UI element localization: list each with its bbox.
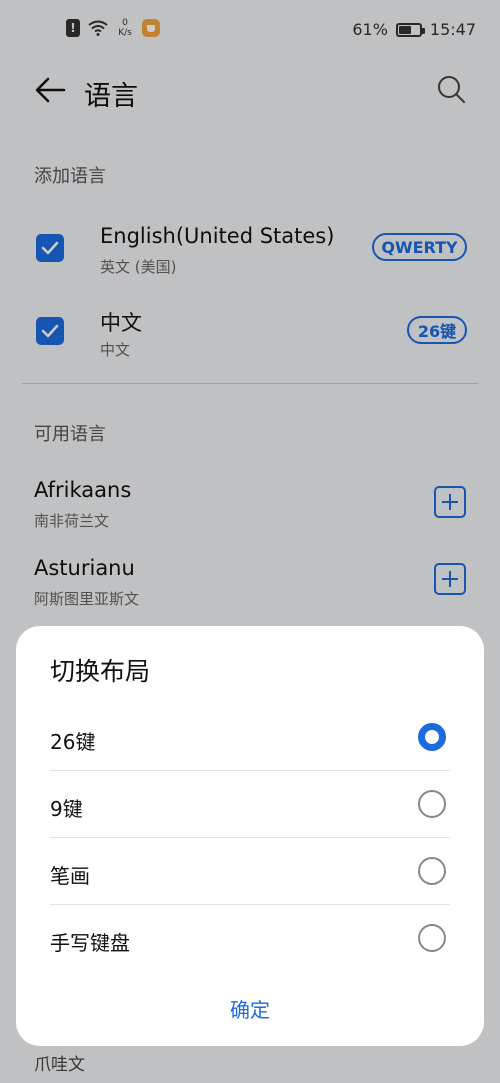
switch-layout-dialog: 切换布局 26键 9键 笔画 手写键盘 确定 <box>16 626 484 1046</box>
dialog-title: 切换布局 <box>50 657 151 686</box>
confirm-button[interactable]: 确定 <box>50 988 450 1028</box>
option-label: 笔画 <box>50 864 90 888</box>
radio-button[interactable] <box>418 723 446 751</box>
layout-option-handwriting[interactable]: 手写键盘 <box>50 905 450 972</box>
option-label: 9键 <box>50 797 83 821</box>
layout-option-9-key[interactable]: 9键 <box>50 771 450 838</box>
radio-button[interactable] <box>418 924 446 952</box>
radio-button[interactable] <box>418 790 446 818</box>
option-label: 手写键盘 <box>50 931 130 955</box>
layout-option-26-key[interactable]: 26键 <box>50 704 450 771</box>
option-label: 26键 <box>50 730 96 754</box>
radio-button[interactable] <box>418 857 446 885</box>
layout-option-stroke[interactable]: 笔画 <box>50 838 450 905</box>
screen: ! 0 K/s 61% 15:47 语言 添加语言 English(United… <box>0 0 500 1083</box>
